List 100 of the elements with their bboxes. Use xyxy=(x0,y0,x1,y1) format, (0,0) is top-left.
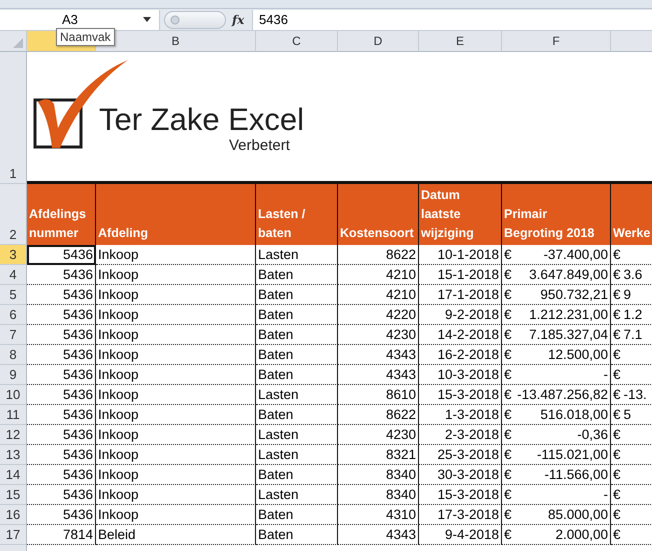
table-cell: Inkoop xyxy=(96,485,256,505)
table-cell: 1-3-2018 xyxy=(419,405,502,425)
table-cell: 5436 xyxy=(27,365,96,385)
table-cell: 15-1-2018 xyxy=(419,265,502,285)
currency-sign: € xyxy=(504,407,512,422)
table-cell: 4310 xyxy=(338,505,419,525)
table-cell: Lasten xyxy=(256,425,338,445)
amount: 950.732,21 xyxy=(540,287,608,302)
table-cell: 4230 xyxy=(338,425,419,445)
table-cell: Lasten xyxy=(256,485,338,505)
currency-sign: € xyxy=(613,247,621,262)
table-cell: 4343 xyxy=(338,365,419,385)
table-cell: 5436 xyxy=(27,505,96,525)
table-cell: 4210 xyxy=(338,285,419,305)
currency-sign: € xyxy=(613,407,621,422)
table-cell: Lasten xyxy=(256,385,338,405)
table-cell: Baten xyxy=(256,345,338,365)
currency-sign: € xyxy=(613,527,621,542)
amount: 3.647.849,00 xyxy=(529,267,608,282)
table-cell: 5436 xyxy=(27,405,96,425)
table-cell: Baten xyxy=(256,285,338,305)
amount: -11.566,00 xyxy=(544,467,608,482)
currency-sign: € xyxy=(613,347,621,362)
table-cell: Beleid xyxy=(96,525,256,545)
table-cell: 5436 xyxy=(27,445,96,465)
table-cell: 9-2-2018 xyxy=(419,305,502,325)
currency-sign: € xyxy=(504,467,512,482)
table-cell: 2-3-2018 xyxy=(419,425,502,445)
table-cell: Baten xyxy=(256,305,338,325)
amount: 1.212.231,00 xyxy=(529,307,608,322)
currency-sign: € xyxy=(613,427,621,442)
table-cell: 17-3-2018 xyxy=(419,505,502,525)
table-cell: Inkoop xyxy=(96,385,256,405)
table-cell: Inkoop xyxy=(96,425,256,445)
amount: 85.000,00 xyxy=(548,507,608,522)
currency-sign: € xyxy=(613,487,621,502)
table-cell: 4343 xyxy=(338,525,419,545)
table-cell: 5436 xyxy=(27,385,96,405)
table-cell: Inkoop xyxy=(96,265,256,285)
table-cell: 5436 xyxy=(27,245,96,265)
logo-tagline: Verbetert xyxy=(229,137,290,154)
currency-sign: € xyxy=(613,447,621,462)
column-heading: Lasten / baten xyxy=(256,184,338,245)
table-cell: 4210 xyxy=(338,265,419,285)
currency-sign: € xyxy=(613,507,621,522)
column-heading: Afdeling xyxy=(96,184,256,245)
table-cell: Baten xyxy=(256,465,338,485)
table-cell: Inkoop xyxy=(96,305,256,325)
table-cell: 14-2-2018 xyxy=(419,325,502,345)
table-cell: 10-3-2018 xyxy=(419,365,502,385)
amount: -13. xyxy=(624,387,647,402)
table-cell: Lasten xyxy=(256,445,338,465)
currency-sign: € xyxy=(613,307,621,322)
currency-sign: € xyxy=(613,387,621,402)
table-cell: 7814 xyxy=(27,525,96,545)
amount: -37.400,00 xyxy=(543,247,608,262)
amount: -0,36 xyxy=(577,427,608,442)
table-cell: 5436 xyxy=(27,425,96,445)
amount: 12.500,00 xyxy=(548,347,608,362)
table-cell: 5436 xyxy=(27,465,96,485)
amount: -115.021,00 xyxy=(536,447,608,462)
table-cell: 5436 xyxy=(27,265,96,285)
currency-sign: € xyxy=(504,327,512,342)
table-cell: 5436 xyxy=(27,485,96,505)
currency-sign: € xyxy=(504,427,512,442)
amount: 7.185.327,04 xyxy=(529,327,608,342)
currency-sign: € xyxy=(504,367,512,382)
logo-title: Ter Zake Excel xyxy=(99,102,304,138)
table-cell: Inkoop xyxy=(96,465,256,485)
table-cell: 8340 xyxy=(338,465,419,485)
table-cell: 16-2-2018 xyxy=(419,345,502,365)
currency-sign: € xyxy=(504,527,512,542)
amount: -13.487.256,82 xyxy=(517,387,608,402)
tooltip: Naamvak xyxy=(56,28,115,46)
column-heading: Kostensoort xyxy=(338,184,419,245)
table-cell: Baten xyxy=(256,325,338,345)
column-heading: Datum laatste wijziging xyxy=(419,184,502,245)
currency-sign: € xyxy=(504,387,512,402)
table-cell: 25-3-2018 xyxy=(419,445,502,465)
table-cell: Inkoop xyxy=(96,405,256,425)
currency-sign: € xyxy=(504,287,512,302)
table-cell: 8340 xyxy=(338,485,419,505)
table-cell: Inkoop xyxy=(96,285,256,305)
currency-sign: € xyxy=(613,267,621,282)
table-cell: 17-1-2018 xyxy=(419,285,502,305)
column-heading: Afdelings nummer xyxy=(27,184,96,245)
amount: 5 xyxy=(624,407,632,422)
table-cell: 8622 xyxy=(338,245,419,265)
table-cell: 5436 xyxy=(27,285,96,305)
table-cell: 8610 xyxy=(338,385,419,405)
table-cell: 15-3-2018 xyxy=(419,385,502,405)
table-cell: Baten xyxy=(256,265,338,285)
currency-sign: € xyxy=(504,507,512,522)
table-cell: Baten xyxy=(256,505,338,525)
table-cell: Baten xyxy=(256,525,338,545)
table-cell: Inkoop xyxy=(96,365,256,385)
table-cell: Inkoop xyxy=(96,445,256,465)
table-cell: 5436 xyxy=(27,325,96,345)
amount: - xyxy=(604,487,608,502)
currency-sign: € xyxy=(613,287,621,302)
